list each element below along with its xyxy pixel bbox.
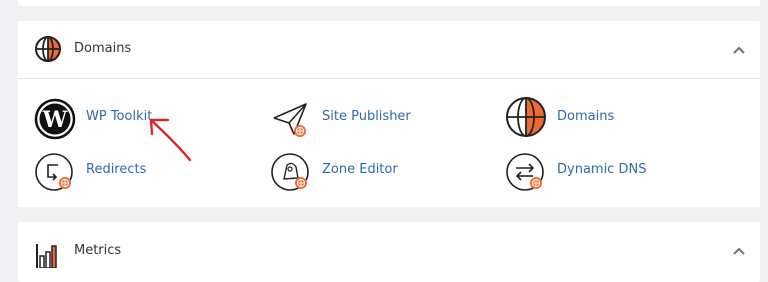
metrics-section: Metrics	[18, 222, 760, 282]
domains-section-title: Domains	[74, 41, 132, 56]
zone-editor-icon	[271, 153, 309, 191]
wordpress-icon: W	[34, 98, 76, 140]
redirect-icon	[35, 153, 73, 191]
dynamic-dns-icon	[506, 153, 544, 191]
bar-chart-icon	[36, 244, 57, 268]
zone-editor-label: Zone Editor	[322, 162, 398, 177]
zone-editor-link[interactable]: Zone Editor	[270, 151, 440, 191]
wp-toolkit-label: WP Toolkit	[86, 109, 153, 124]
domains-label: Domains	[557, 109, 615, 124]
previous-section-panel	[18, 0, 760, 6]
dynamic-dns-link[interactable]: Dynamic DNS	[505, 151, 675, 191]
metrics-section-title: Metrics	[74, 243, 122, 258]
metrics-section-header[interactable]: Metrics	[18, 222, 760, 279]
domains-link[interactable]: Domains	[505, 96, 675, 137]
domains-section: Domains W WP Toolkit Site Publisher Doma…	[18, 21, 760, 207]
redirects-label: Redirects	[86, 162, 147, 177]
globe-icon	[506, 97, 546, 137]
chevron-up-icon[interactable]	[732, 45, 746, 55]
dynamic-dns-label: Dynamic DNS	[557, 162, 647, 177]
wp-toolkit-link[interactable]: W WP Toolkit	[34, 98, 204, 140]
site-publisher-label: Site Publisher	[322, 109, 411, 124]
globe-icon	[35, 36, 61, 62]
svg-text:W: W	[42, 107, 68, 133]
redirects-link[interactable]: Redirects	[34, 151, 204, 191]
chevron-up-icon[interactable]	[732, 246, 746, 256]
site-publisher-link[interactable]: Site Publisher	[270, 98, 440, 138]
paper-plane-icon	[273, 103, 307, 137]
domains-section-header[interactable]: Domains	[18, 21, 760, 79]
